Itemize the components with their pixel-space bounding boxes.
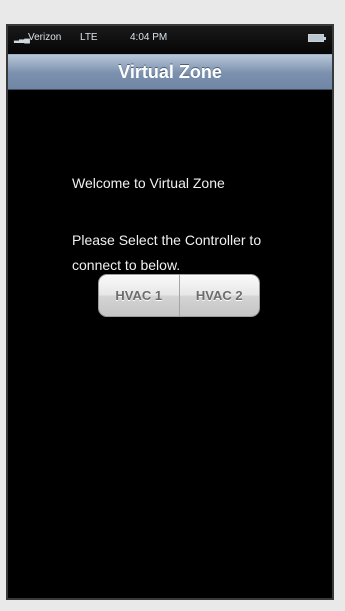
controller-segmented-control[interactable]: HVAC 1 HVAC 2 <box>98 274 260 317</box>
hvac-2-button[interactable]: HVAC 2 <box>180 275 260 316</box>
main-content: Welcome to Virtual Zone Please Select th… <box>8 90 332 598</box>
carrier-label: Verizon <box>28 32 62 43</box>
signal-bars-icon: ▂▃▄ <box>14 34 30 43</box>
navigation-bar: Virtual Zone <box>8 54 332 90</box>
status-time: 4:04 PM <box>130 32 168 43</box>
network-type-label: LTE <box>80 32 98 43</box>
hvac-1-button[interactable]: HVAC 1 <box>99 275 179 316</box>
status-bar: ▂▃▄ Verizon LTE 4:04 PM <box>8 26 332 54</box>
page-title: Virtual Zone <box>118 62 222 82</box>
battery-icon <box>308 34 326 42</box>
controller-instruction: Please Select the Controller to connect … <box>72 232 262 273</box>
phone-screen: ▂▃▄ Verizon LTE 4:04 PM Virtual Zone Wel… <box>6 24 334 600</box>
welcome-message: Welcome to Virtual Zone <box>72 175 225 191</box>
